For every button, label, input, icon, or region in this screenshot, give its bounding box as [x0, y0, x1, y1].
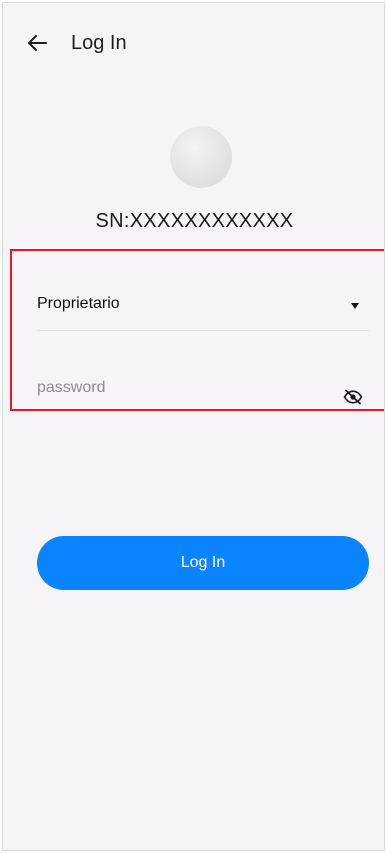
- toggle-password-visibility-button[interactable]: [342, 387, 364, 407]
- login-screen: Log In SN:XXXXXXXXXXXX Proprietario Log …: [2, 2, 385, 851]
- serial-number: SN:XXXXXXXXXXXX: [95, 210, 294, 232]
- field-divider: [37, 330, 369, 331]
- role-select[interactable]: Proprietario: [37, 287, 369, 325]
- role-select-value: Proprietario: [37, 295, 120, 312]
- arrow-left-icon: [28, 35, 47, 51]
- login-button[interactable]: Log In: [37, 536, 369, 590]
- eye-off-icon: [343, 389, 363, 405]
- caret-down-icon: [351, 303, 359, 309]
- password-input[interactable]: [37, 373, 337, 403]
- page-title: Log In: [71, 32, 127, 54]
- device-avatar: [170, 126, 232, 188]
- back-button[interactable]: [23, 29, 51, 57]
